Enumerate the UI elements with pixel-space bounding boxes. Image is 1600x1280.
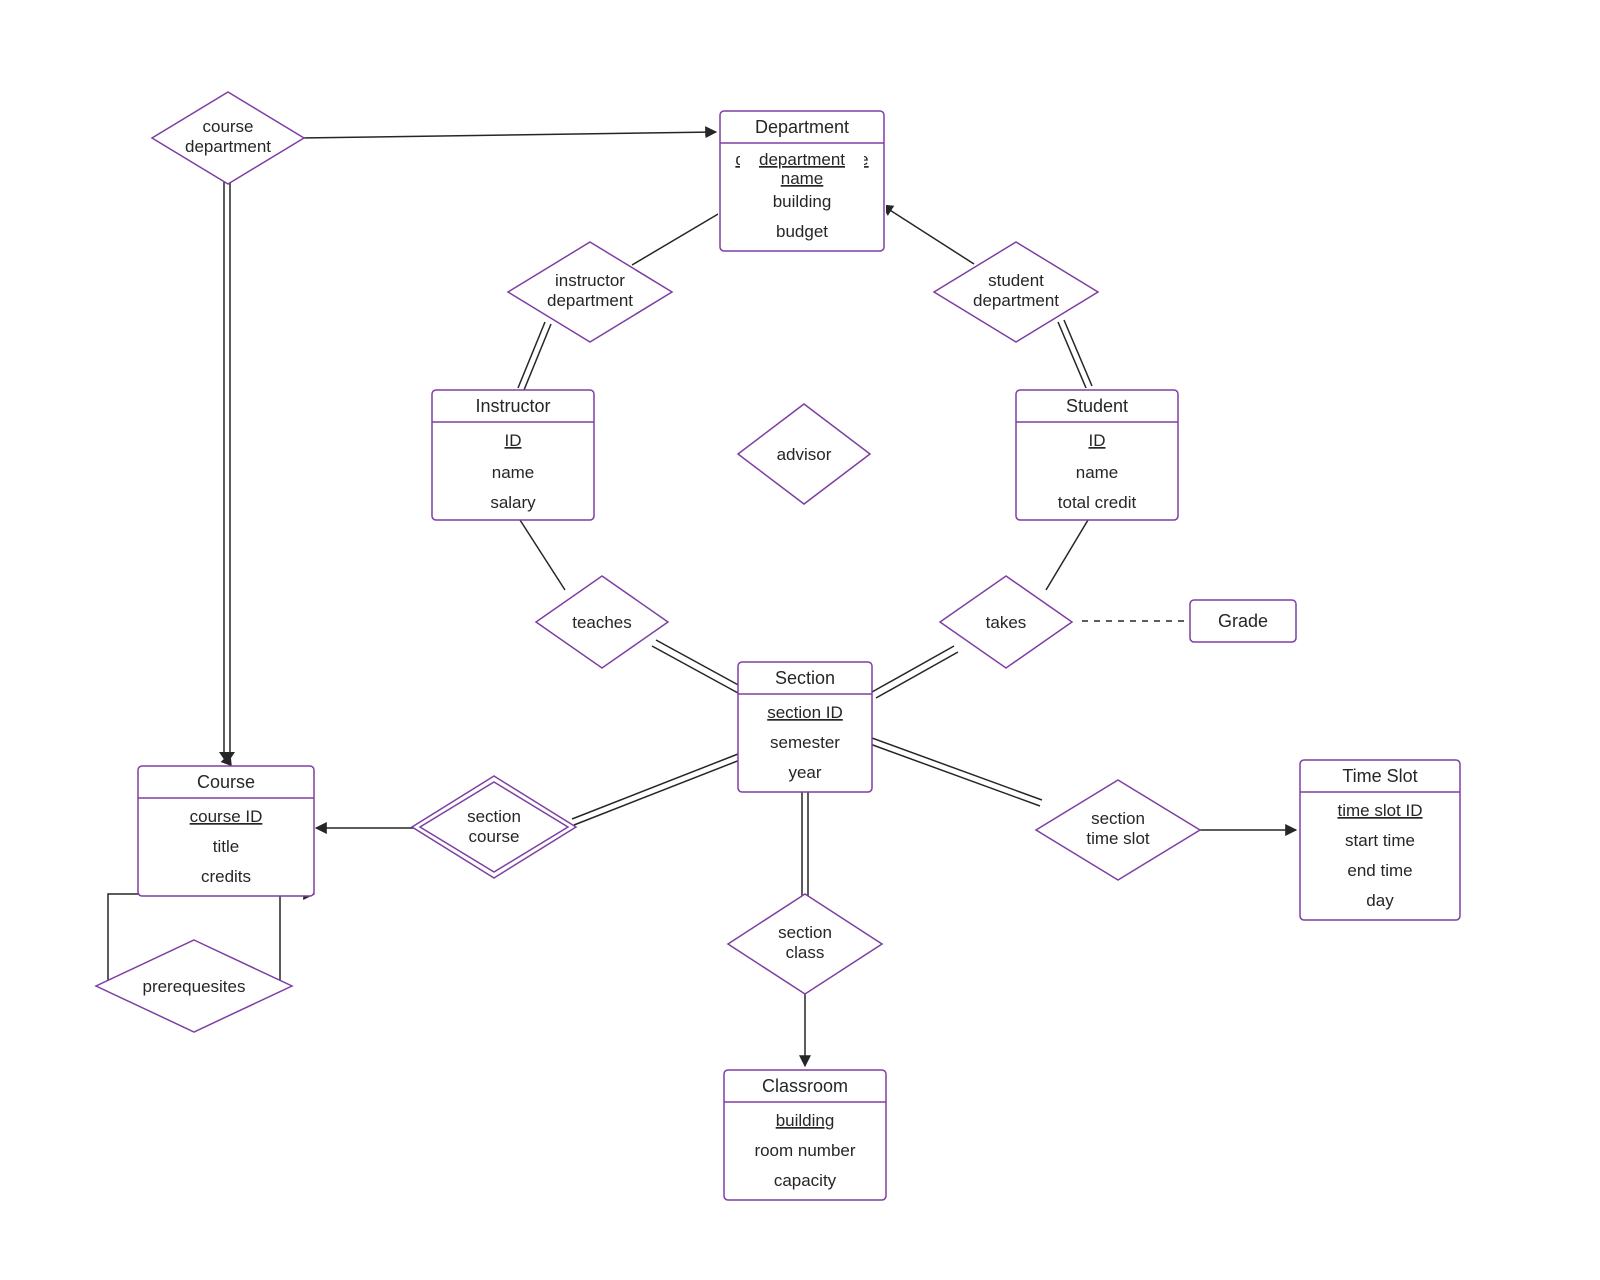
svg-text:Classroom: Classroom xyxy=(762,1076,848,1096)
svg-text:course: course xyxy=(202,117,253,136)
svg-text:Grade: Grade xyxy=(1218,611,1268,631)
department-attr-key-line1: department xyxy=(759,150,845,169)
svg-text:course ID: course ID xyxy=(190,807,263,826)
svg-text:course: course xyxy=(468,827,519,846)
svg-text:salary: salary xyxy=(490,493,536,512)
svg-text:Department: Department xyxy=(755,117,849,137)
svg-text:time slot: time slot xyxy=(1086,829,1150,848)
svg-text:title: title xyxy=(213,837,239,856)
svg-text:building: building xyxy=(776,1111,835,1130)
svg-text:section: section xyxy=(467,807,521,826)
edge-studdept-to-student xyxy=(1058,320,1092,388)
svg-text:Section: Section xyxy=(775,668,835,688)
svg-text:section: section xyxy=(1091,809,1145,828)
svg-text:capacity: capacity xyxy=(774,1171,837,1190)
edge-section-to-sectionclass xyxy=(802,792,808,898)
svg-text:department: department xyxy=(547,291,633,310)
svg-text:semester: semester xyxy=(770,733,840,752)
svg-text:teaches: teaches xyxy=(572,613,632,632)
entity-grade: Grade xyxy=(1190,600,1296,642)
edge-instructor-to-teaches xyxy=(520,520,565,590)
svg-text:instructor: instructor xyxy=(555,271,625,290)
rel-course-department: course department xyxy=(152,92,304,184)
rel-instructor-department: instructor department xyxy=(508,242,672,342)
svg-text:name: name xyxy=(492,463,535,482)
svg-text:Time Slot: Time Slot xyxy=(1342,766,1417,786)
svg-text:takes: takes xyxy=(986,613,1027,632)
edge-teaches-to-section xyxy=(652,640,742,693)
svg-text:advisor: advisor xyxy=(777,445,832,464)
svg-text:room number: room number xyxy=(754,1141,855,1160)
svg-text:department: department xyxy=(185,137,271,156)
svg-text:prerequesites: prerequesites xyxy=(142,977,245,996)
svg-text:Instructor: Instructor xyxy=(475,396,550,416)
svg-text:section: section xyxy=(778,923,832,942)
entity-section: Section section ID semester year xyxy=(738,662,872,792)
svg-text:building: building xyxy=(773,192,832,211)
department-attr-key-line2: name xyxy=(781,169,824,188)
edge-coursedept-to-course xyxy=(219,182,235,764)
rel-teaches: teaches xyxy=(536,576,668,668)
edge-studdept-to-department xyxy=(882,205,974,264)
svg-text:ID: ID xyxy=(505,431,522,450)
entity-course: Course course ID title credits xyxy=(138,766,314,896)
svg-text:credits: credits xyxy=(201,867,251,886)
edge-coursedept-to-department xyxy=(300,132,716,138)
rel-section-class: section class xyxy=(728,894,882,994)
entity-student: Student ID name total credit xyxy=(1016,390,1178,520)
svg-text:day: day xyxy=(1366,891,1394,910)
rel-advisor: advisor xyxy=(738,404,870,504)
svg-text:time slot ID: time slot ID xyxy=(1337,801,1422,820)
rel-takes: takes xyxy=(940,576,1072,668)
svg-text:total credit: total credit xyxy=(1058,493,1137,512)
svg-text:department: department xyxy=(973,291,1059,310)
edge-section-to-sectiontimeslot xyxy=(870,738,1042,806)
edge-section-to-sectioncourse xyxy=(572,754,740,825)
rel-section-timeslot: section time slot xyxy=(1036,780,1200,880)
svg-text:Student: Student xyxy=(1066,396,1128,416)
rel-student-department: student department xyxy=(934,242,1098,342)
edge-student-to-takes xyxy=(1046,520,1088,590)
entity-instructor: Instructor ID name salary xyxy=(432,390,594,520)
svg-text:Course: Course xyxy=(197,772,255,792)
svg-text:start time: start time xyxy=(1345,831,1415,850)
rel-section-course: section course xyxy=(412,776,576,878)
svg-text:name: name xyxy=(1076,463,1119,482)
svg-text:year: year xyxy=(788,763,821,782)
edge-instdept-to-department xyxy=(632,207,730,265)
edge-prereq-to-course-right xyxy=(280,894,314,980)
svg-text:section ID: section ID xyxy=(767,703,843,722)
svg-text:student: student xyxy=(988,271,1044,290)
entity-timeslot: Time Slot time slot ID start time end ti… xyxy=(1300,760,1460,920)
svg-text:budget: budget xyxy=(776,222,828,241)
svg-text:end time: end time xyxy=(1347,861,1412,880)
rel-prerequisites: prerequesites xyxy=(96,940,292,1032)
edge-instdept-to-instructor xyxy=(518,322,551,390)
svg-text:ID: ID xyxy=(1089,431,1106,450)
entity-classroom: Classroom building room number capacity xyxy=(724,1070,886,1200)
edge-takes-to-section xyxy=(872,646,958,698)
svg-text:class: class xyxy=(786,943,825,962)
